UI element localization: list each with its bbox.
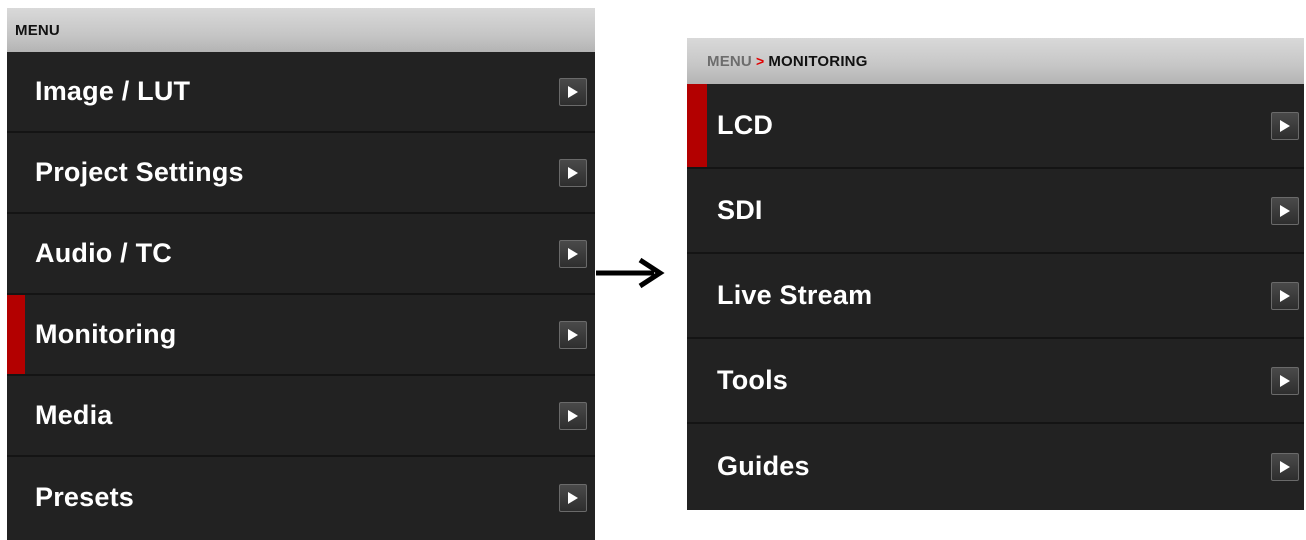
menu-item-guides[interactable]: Guides xyxy=(687,424,1304,509)
menu-item-label: Presets xyxy=(35,482,134,512)
menu-item-media[interactable]: Media xyxy=(7,376,595,457)
selection-indicator xyxy=(687,84,707,167)
breadcrumb-parent[interactable]: MENU xyxy=(707,53,752,70)
menu-item-label: Tools xyxy=(717,365,788,395)
breadcrumb: MENU > MONITORING xyxy=(687,38,1304,84)
menu-item-audio-tc[interactable]: Audio / TC xyxy=(7,214,595,295)
menu-item-tools[interactable]: Tools xyxy=(687,339,1304,424)
chevron-right-icon[interactable] xyxy=(1271,196,1299,225)
menu-item-lcd[interactable]: LCD xyxy=(687,84,1304,169)
chevron-right-icon[interactable] xyxy=(559,158,587,187)
menu-item-monitoring[interactable]: Monitoring xyxy=(7,295,595,376)
chevron-right-icon[interactable] xyxy=(559,401,587,430)
breadcrumb-current: MONITORING xyxy=(768,52,868,70)
menu-item-label: SDI xyxy=(717,195,763,225)
menu-item-label: Live Stream xyxy=(717,280,873,310)
menu-item-project-settings[interactable]: Project Settings xyxy=(7,133,595,214)
chevron-right-icon[interactable] xyxy=(1271,111,1299,140)
menu-item-label: LCD xyxy=(717,110,774,140)
menu-item-label: Image / LUT xyxy=(35,76,191,106)
menu-item-label: Project Settings xyxy=(35,157,244,187)
chevron-right-icon[interactable] xyxy=(1271,281,1299,310)
chevron-right-icon[interactable] xyxy=(559,77,587,106)
monitoring-menu-panel: MENU > MONITORING LCD SDI Live Stream To… xyxy=(687,38,1304,510)
menu-header: MENU xyxy=(7,8,595,52)
chevron-right-icon[interactable] xyxy=(559,320,587,349)
menu-item-label: Guides xyxy=(717,451,810,481)
menu-item-live-stream[interactable]: Live Stream xyxy=(687,254,1304,339)
main-menu-panel: MENU Image / LUT Project Settings Audio … xyxy=(7,8,595,540)
menu-item-label: Monitoring xyxy=(35,319,177,349)
chevron-right-icon[interactable] xyxy=(1271,452,1299,481)
menu-item-label: Media xyxy=(35,400,113,430)
breadcrumb-separator: > xyxy=(755,53,765,69)
menu-item-sdi[interactable]: SDI xyxy=(687,169,1304,254)
chevron-right-icon[interactable] xyxy=(559,483,587,512)
chevron-right-icon[interactable] xyxy=(559,239,587,268)
menu-item-label: Audio / TC xyxy=(35,238,172,268)
menu-item-presets[interactable]: Presets xyxy=(7,457,595,538)
menu-title: MENU xyxy=(15,21,60,39)
arrow-right-icon xyxy=(596,257,665,289)
selection-indicator xyxy=(7,295,25,374)
chevron-right-icon[interactable] xyxy=(1271,366,1299,395)
menu-item-image-lut[interactable]: Image / LUT xyxy=(7,52,595,133)
